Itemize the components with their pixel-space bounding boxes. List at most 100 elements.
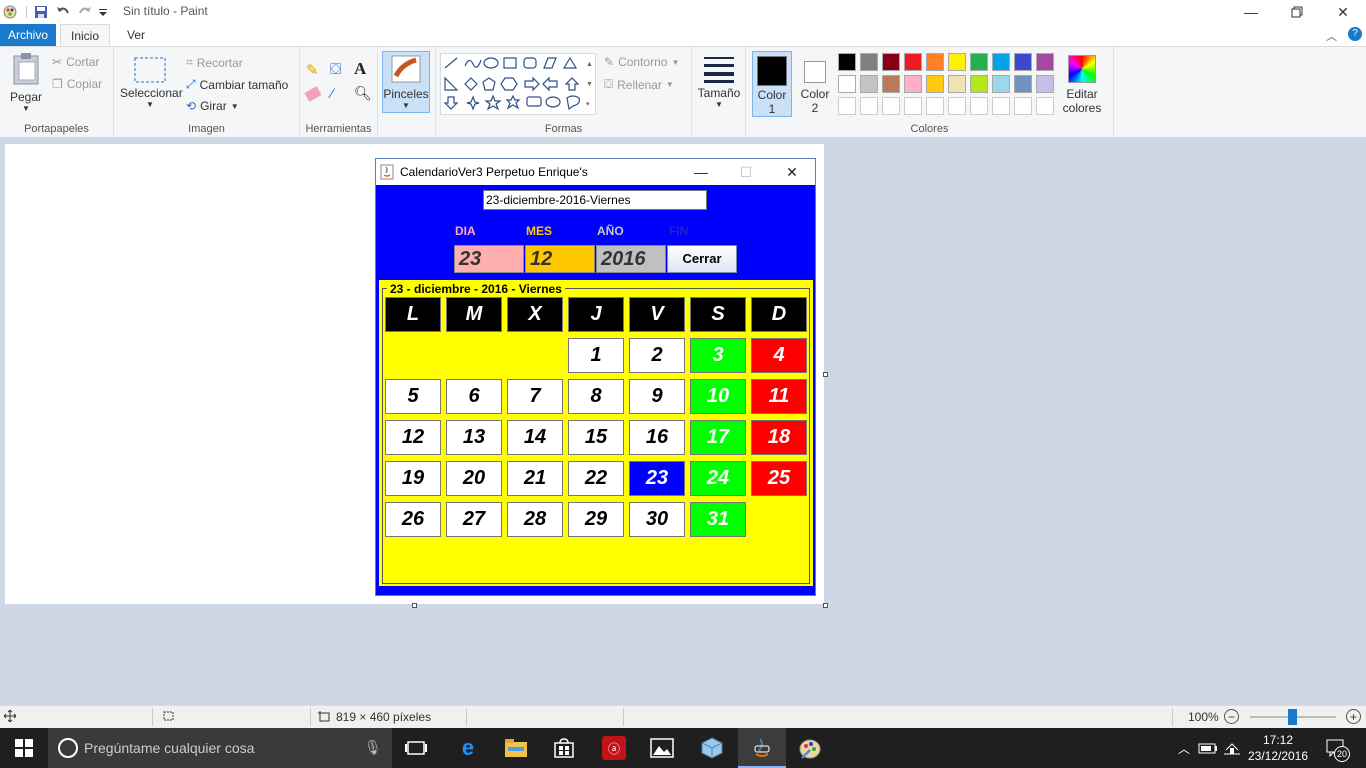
- calendar-day[interactable]: 21: [507, 461, 563, 496]
- store-icon[interactable]: [550, 734, 578, 762]
- restore-button[interactable]: [1274, 0, 1320, 24]
- calendar-day[interactable]: 29: [568, 502, 624, 537]
- year-input[interactable]: 2016: [596, 245, 666, 273]
- action-center-icon[interactable]: 20: [1322, 734, 1350, 762]
- palette-swatch[interactable]: [1014, 53, 1032, 71]
- fill-bucket-icon[interactable]: ⛋: [330, 61, 341, 78]
- task-view-icon[interactable]: [402, 734, 430, 762]
- network-icon[interactable]: [1218, 734, 1246, 762]
- palette-swatch[interactable]: [1036, 75, 1054, 93]
- palette-empty-slot[interactable]: [992, 97, 1010, 115]
- calendar-day[interactable]: 31: [690, 502, 746, 537]
- calendar-day[interactable]: 5: [385, 379, 441, 414]
- palette-swatch[interactable]: [948, 53, 966, 71]
- paint-app-icon[interactable]: [2, 4, 18, 20]
- tab-inicio[interactable]: Inicio: [60, 24, 111, 46]
- size-button[interactable]: Tamaño ▼: [696, 55, 742, 109]
- customize-qat-icon[interactable]: [98, 4, 114, 20]
- crop-button[interactable]: ⌗ Recortar: [186, 55, 243, 70]
- paint-taskbar-icon[interactable]: [796, 734, 824, 762]
- calendar-day[interactable]: 1: [568, 338, 624, 373]
- palette-swatch[interactable]: [992, 75, 1010, 93]
- rotate-button[interactable]: ⟲ Girar ▼: [186, 99, 239, 113]
- color-picker-icon[interactable]: ⁄: [331, 85, 333, 101]
- collapse-ribbon-icon[interactable]: ︿: [1326, 28, 1337, 44]
- color2-button[interactable]: Color 2: [796, 51, 834, 117]
- magnifier-icon[interactable]: 🔍︎: [354, 85, 372, 102]
- palette-swatch[interactable]: [1036, 53, 1054, 71]
- calendar-day[interactable]: 26: [385, 502, 441, 537]
- calendar-day[interactable]: 4: [751, 338, 807, 373]
- palette-swatch[interactable]: [948, 75, 966, 93]
- resize-handle-bottom[interactable]: [412, 603, 417, 608]
- palette-empty-slot[interactable]: [1036, 97, 1054, 115]
- palette-swatch[interactable]: [838, 53, 856, 71]
- calendar-day[interactable]: 9: [629, 379, 685, 414]
- palette-empty-slot[interactable]: [948, 97, 966, 115]
- resize-button[interactable]: ⤢ Cambiar tamaño: [186, 77, 288, 92]
- palette-empty-slot[interactable]: [926, 97, 944, 115]
- close-window-button[interactable]: ✕: [1320, 0, 1366, 24]
- palette-empty-slot[interactable]: [838, 97, 856, 115]
- calendar-close-icon[interactable]: ✕: [769, 159, 815, 185]
- palette-swatch[interactable]: [970, 53, 988, 71]
- copy-button[interactable]: ❐ Copiar: [52, 77, 102, 91]
- save-icon[interactable]: [33, 4, 49, 20]
- pencil-icon[interactable]: ✎: [306, 61, 319, 79]
- calendar-maximize-button[interactable]: ☐: [723, 159, 769, 185]
- text-tool-icon[interactable]: A: [354, 59, 366, 79]
- calendar-day[interactable]: 13: [446, 420, 502, 455]
- photos-icon[interactable]: [648, 734, 676, 762]
- microphone-icon[interactable]: 🎙︎: [364, 739, 382, 756]
- cerrar-button[interactable]: Cerrar: [667, 245, 737, 273]
- palette-empty-slot[interactable]: [904, 97, 922, 115]
- undo-icon[interactable]: [55, 4, 71, 20]
- file-explorer-icon[interactable]: [502, 734, 530, 762]
- taskbar-search[interactable]: Pregúntame cualquier cosa 🎙︎: [48, 728, 392, 768]
- calendar-day[interactable]: 2: [629, 338, 685, 373]
- eraser-icon[interactable]: [304, 86, 322, 102]
- calendar-day[interactable]: 18: [751, 420, 807, 455]
- palette-empty-slot[interactable]: [970, 97, 988, 115]
- calendar-day[interactable]: 20: [446, 461, 502, 496]
- calendar-day[interactable]: 17: [690, 420, 746, 455]
- calendar-day[interactable]: 25: [751, 461, 807, 496]
- edge-icon[interactable]: e: [454, 734, 482, 762]
- date-display-field[interactable]: 23-diciembre-2016-Viernes: [483, 190, 707, 210]
- paste-button[interactable]: Pegar ▼: [6, 51, 46, 113]
- palette-swatch[interactable]: [904, 53, 922, 71]
- tab-archivo[interactable]: Archivo: [0, 24, 56, 46]
- help-icon[interactable]: ?: [1348, 27, 1362, 41]
- palette-swatch[interactable]: [860, 53, 878, 71]
- calendar-day[interactable]: 14: [507, 420, 563, 455]
- calendar-day[interactable]: 24: [690, 461, 746, 496]
- calendar-day[interactable]: 3: [690, 338, 746, 373]
- fill-button[interactable]: ⛋ Rellenar ▼: [604, 77, 674, 92]
- palette-swatch[interactable]: [838, 75, 856, 93]
- zoom-out-button[interactable]: −: [1224, 709, 1239, 724]
- edit-colors-button[interactable]: Editar colores: [1056, 55, 1108, 115]
- resize-handle-right[interactable]: [823, 372, 828, 377]
- cut-button[interactable]: ✂ Cortar: [52, 55, 99, 69]
- calendar-minimize-button[interactable]: —: [678, 159, 724, 185]
- zoom-in-button[interactable]: +: [1346, 709, 1361, 724]
- palette-swatch[interactable]: [1014, 75, 1032, 93]
- select-button[interactable]: Seleccionar ▼: [120, 57, 183, 109]
- resize-handle-corner[interactable]: [823, 603, 828, 608]
- calendar-day[interactable]: 10: [690, 379, 746, 414]
- calendar-day[interactable]: 11: [751, 379, 807, 414]
- windows-start-icon[interactable]: [10, 734, 38, 762]
- calendar-day[interactable]: 6: [446, 379, 502, 414]
- palette-swatch[interactable]: [926, 53, 944, 71]
- tab-ver[interactable]: Ver: [117, 24, 155, 46]
- palette-empty-slot[interactable]: [860, 97, 878, 115]
- gallery-scroll-icon[interactable]: ▲ ▼ ▾: [586, 55, 593, 115]
- calendar-day-selected[interactable]: 23: [629, 461, 685, 496]
- palette-swatch[interactable]: [992, 53, 1010, 71]
- calendar-day[interactable]: 15: [568, 420, 624, 455]
- palette-swatch[interactable]: [970, 75, 988, 93]
- outline-button[interactable]: ✎ Contorno ▼: [604, 55, 679, 69]
- month-input[interactable]: 12: [525, 245, 595, 273]
- palette-swatch[interactable]: [904, 75, 922, 93]
- calendar-day[interactable]: 27: [446, 502, 502, 537]
